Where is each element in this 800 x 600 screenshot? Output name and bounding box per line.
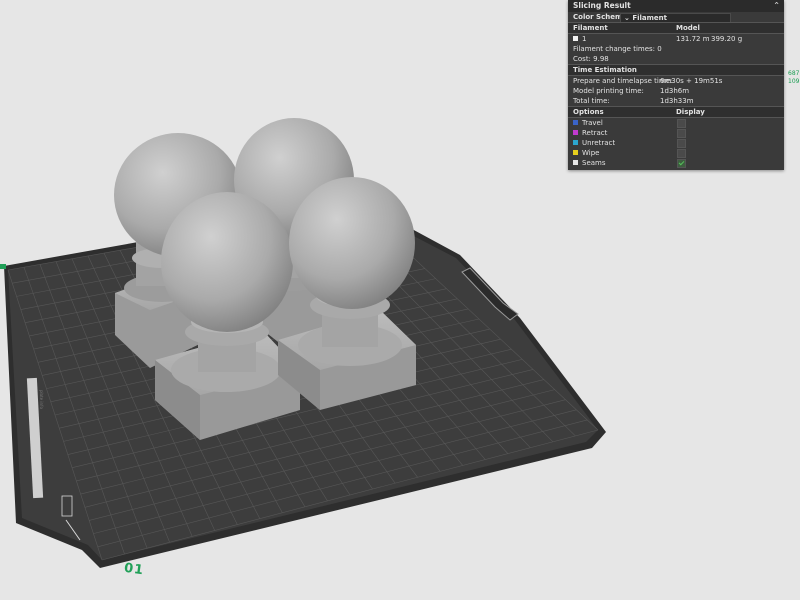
filament-section-header: Filament Model [568,22,784,33]
option-display-checkbox[interactable] [677,159,686,168]
filament-weight: 399.20 g [711,35,743,43]
option-label: Retract [582,129,608,137]
model-time-label: Model printing time: [573,87,644,95]
model-time-value: 1d3h6m [660,87,690,95]
total-label: Total time: [573,97,610,105]
total-value: 1d3h33m [660,97,694,105]
total-time-row: Total time: 1d3h33m [568,96,784,106]
option-swatch-icon [573,149,578,155]
option-swatch-icon [573,159,578,165]
collapse-icon[interactable]: ⌃ [773,0,780,12]
plate-number: 01 [123,560,146,579]
time-estimation-header: Time Estimation [568,64,784,75]
model-time-row: Model printing time: 1d3h6m [568,86,784,96]
option-swatch-icon [573,119,578,125]
option-display-checkbox[interactable] [677,149,686,158]
option-label: Wipe [582,149,600,157]
options-header-row: Options Display [568,106,784,117]
option-row: Wipe [568,148,784,158]
option-row: Retract [568,128,784,138]
option-label: Unretract [582,139,616,147]
filament-header: Filament [573,24,608,32]
option-label: Travel [582,119,603,127]
side-number-1: 687 [788,70,800,77]
color-scheme-label: Color Scheme [573,13,628,21]
side-readout: 687 109. [788,70,800,86]
option-display-checkbox[interactable] [677,129,686,138]
panel-header: Slicing Result ⌃ [568,0,784,12]
slicing-result-panel: Slicing Result ⌃ Color Scheme ⌄ Filament… [568,0,784,170]
options-header: Options [573,108,604,116]
option-display-checkbox[interactable] [677,139,686,148]
options-list: Travel Retract Unretract Wipe Seams [568,117,784,168]
cost: Cost: 9.98 [573,55,609,63]
prepare-label: Prepare and timelapse time: [573,77,673,85]
option-display-checkbox[interactable] [677,119,686,128]
option-row: Unretract [568,138,784,148]
option-swatch-icon [573,129,578,135]
panel-title: Slicing Result [573,1,631,10]
option-row: Travel [568,117,784,128]
color-scheme-row: Color Scheme ⌄ Filament [568,12,784,24]
option-swatch-icon [573,139,578,145]
option-label: Seams [582,159,606,167]
option-row: Seams [568,158,784,168]
filament-swatch-icon [573,35,578,41]
model-header: Model [676,24,700,32]
origin-marker-icon [0,264,6,269]
display-header: Display [676,108,705,116]
change-times: Filament change times: 0 [573,45,662,53]
filament-row: 1 131.72 m 399.20 g [568,33,784,44]
prepare-value: 6m30s + 19m51s [660,77,723,85]
filament-length: 131.72 m [676,35,710,43]
color-scheme-value: Filament [632,14,667,22]
prepare-time-row: Prepare and timelapse time: 6m30s + 19m5… [568,75,784,86]
side-number-2: 109. [788,78,800,85]
svg-text:plate info: plate info [39,390,44,409]
filament-id: 1 [582,35,587,43]
